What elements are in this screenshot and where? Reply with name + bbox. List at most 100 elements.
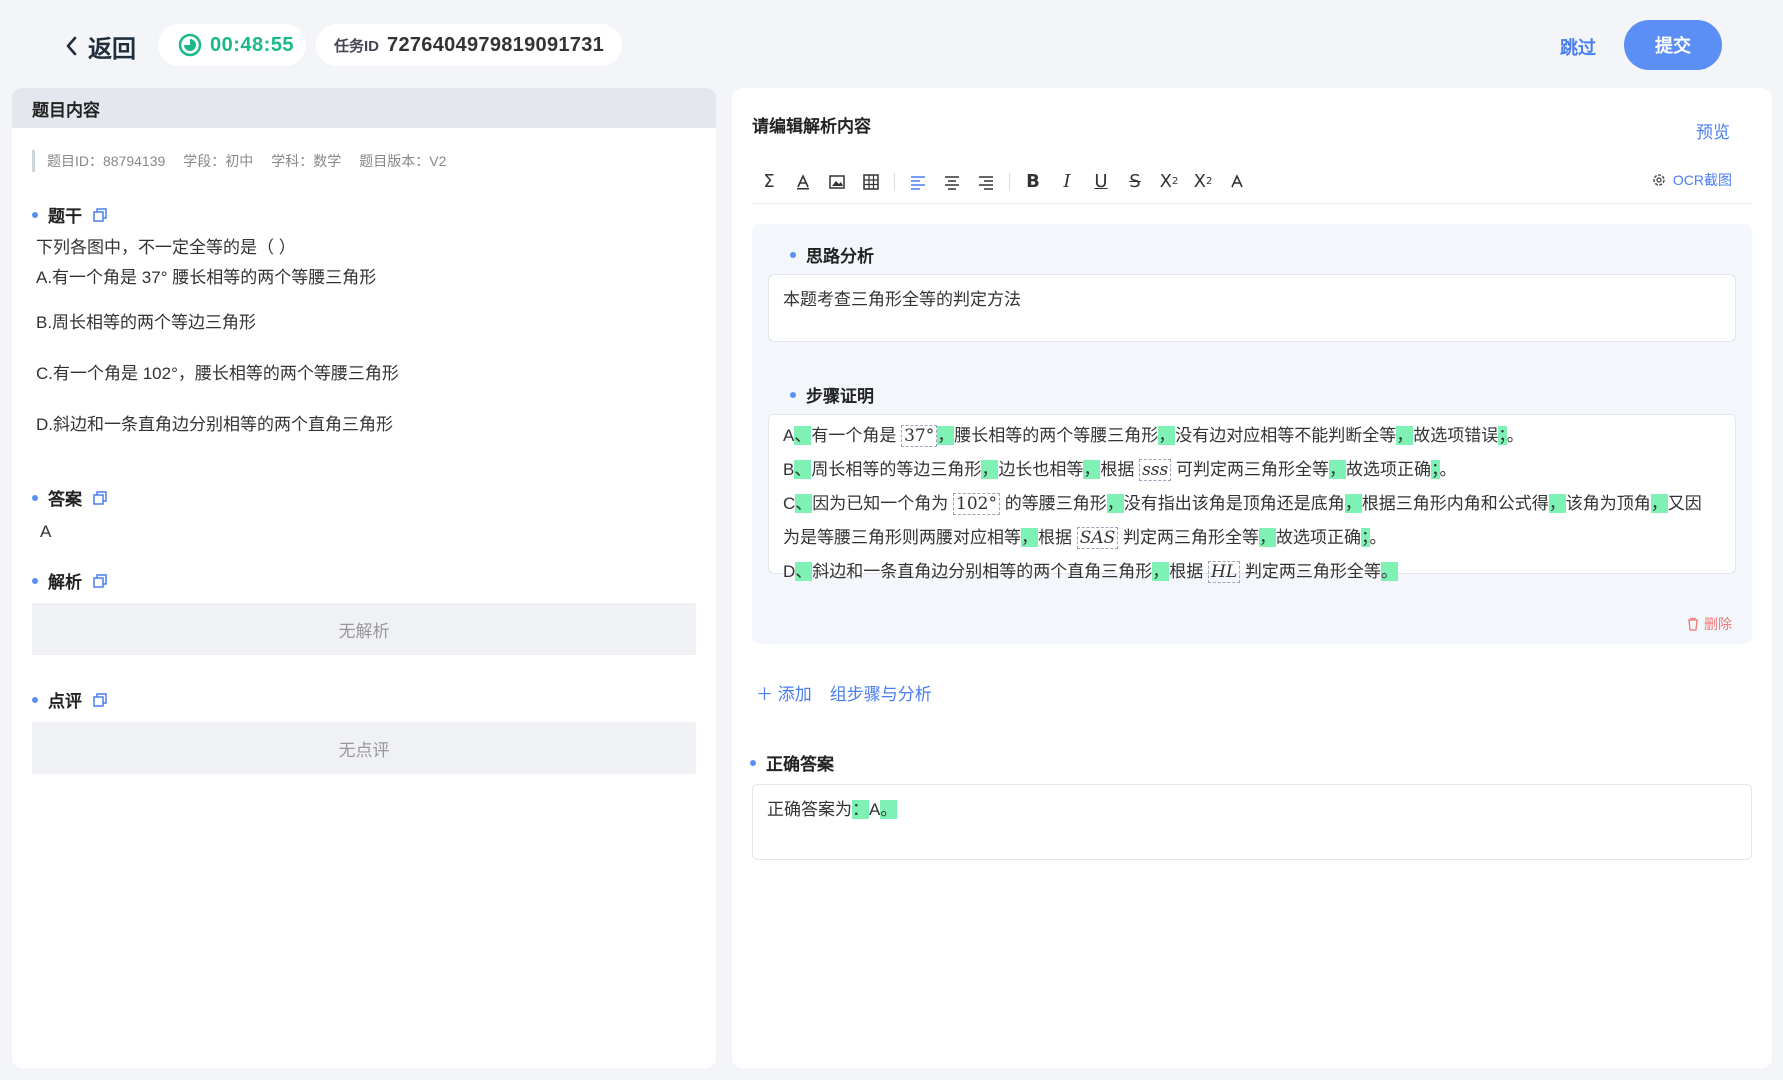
copy-icon[interactable] — [92, 490, 108, 506]
text-fragment: 腰长相等的两个等腰三角形 — [954, 426, 1159, 445]
ocr-button[interactable]: OCR截图 — [1651, 170, 1732, 190]
text-fragment: 正确答案为 — [767, 800, 852, 819]
delete-label: 删除 — [1704, 616, 1732, 632]
highlight-fragment: ， — [1344, 494, 1362, 513]
answer-title: 答案 — [48, 490, 82, 509]
highlight-fragment: 、 — [794, 426, 812, 445]
text-fragment: 。 — [1369, 528, 1387, 547]
add-button[interactable]: ＋ 添加 — [756, 680, 812, 705]
highlight-fragment: ， — [1650, 494, 1668, 513]
step-line-a: A、有一个角是 37° ，腰长相等的两个等腰三角形，没有边对应相等不能判断全等，故… — [783, 419, 1721, 453]
submit-button[interactable]: 提交 — [1624, 20, 1722, 70]
thinking-section-title: 思路分析 — [790, 242, 874, 267]
table-icon[interactable] — [854, 165, 888, 199]
text-fragment: 为是等腰三角形则两腰对应相等 — [783, 528, 1021, 547]
highlight-fragment: 。 — [880, 800, 898, 819]
question-version: 题目版本：V2 — [359, 153, 447, 169]
highlight-fragment: ， — [1548, 494, 1566, 513]
section-dot — [32, 211, 38, 218]
section-dot — [32, 577, 38, 584]
group-steps-button[interactable]: 组步骤与分析 — [830, 680, 932, 705]
highlight-fragment: 、 — [795, 494, 813, 513]
sigma-icon[interactable]: Σ — [752, 165, 786, 199]
copy-icon[interactable] — [92, 692, 108, 708]
highlight-fragment: 、 — [795, 562, 813, 581]
section-dot — [790, 251, 796, 258]
highlight-fragment: ， — [1106, 494, 1124, 513]
analysis-title: 解析 — [48, 573, 82, 592]
thinking-input[interactable]: 本题考查三角形全等的判定方法 — [768, 274, 1736, 342]
correct-answer-input[interactable]: 正确答案为：A。 — [752, 784, 1752, 860]
ocr-label: OCR截图 — [1672, 172, 1732, 188]
comment-empty: 无点评 — [32, 722, 696, 774]
highlight-fragment: ， — [1259, 528, 1277, 547]
text-fragment: 判定两三角形全等 — [1123, 528, 1260, 547]
align-right-icon[interactable] — [969, 165, 1003, 199]
skip-button[interactable]: 跳过 — [1560, 34, 1596, 60]
step-line-c-continued: 为是等腰三角形则两腰对应相等，根据 SAS 判定两三角形全等，故选项正确；。 — [783, 521, 1721, 555]
stem-question: 下列各图中，不一定全等的是（ ） — [36, 238, 296, 257]
question-meta: 题目ID：88794139 学段：初中 学科：数学 题目版本：V2 — [32, 150, 716, 172]
font-color-icon[interactable] — [1220, 165, 1254, 199]
text-fragment: 斜边和一条直角边分别相等的两个直角三角形 — [812, 562, 1153, 581]
text-fragment: 故选项错误 — [1413, 426, 1499, 445]
section-dot — [32, 494, 38, 501]
text-fragment: 判定两三角形全等 — [1244, 562, 1381, 581]
copy-icon[interactable] — [92, 207, 108, 223]
italic-icon[interactable]: I — [1050, 165, 1084, 199]
task-id-value: 7276404979819091731 — [387, 33, 605, 56]
highlight-fragment: ； — [1498, 426, 1507, 445]
correct-answer-section-title: 正确答案 — [750, 750, 834, 775]
editor-panel: 请编辑解析内容 预览 Σ B I U S X2 X2 OCR截图 思路分析 本题… — [732, 88, 1772, 1068]
highlight-fragment: 。 — [1380, 562, 1398, 581]
text-fragment: 。 — [1439, 460, 1457, 479]
underline-icon[interactable]: U — [1084, 165, 1118, 199]
toolbar-divider — [894, 172, 895, 191]
math-formula[interactable]: 37° — [901, 425, 938, 447]
highlight-fragment: ， — [1083, 460, 1101, 479]
stem-section-title: 题干 — [32, 202, 716, 227]
text-fragment: 周长相等的等边三角形 — [811, 460, 982, 479]
math-formula[interactable]: HL — [1208, 561, 1241, 583]
steps-title: 步骤证明 — [806, 387, 874, 406]
text-fragment: D — [783, 562, 796, 581]
text-fragment: A — [783, 426, 795, 445]
align-left-icon[interactable] — [901, 165, 935, 199]
toolbar-divider — [1009, 172, 1010, 191]
preview-link[interactable]: 预览 — [1696, 118, 1730, 143]
task-id-pill: 任务ID 7276404979819091731 — [316, 24, 622, 66]
back-label: 返回 — [88, 35, 136, 63]
question-stage: 学段：初中 — [183, 153, 254, 169]
text-fragment: 故选项正确 — [1276, 528, 1362, 547]
highlight-fragment: ， — [937, 426, 955, 445]
editor-title: 请编辑解析内容 — [752, 117, 871, 136]
text-fragment: 根据 — [1169, 562, 1204, 581]
thinking-text: 本题考查三角形全等的判定方法 — [783, 290, 1021, 309]
delete-button[interactable]: 删除 — [1686, 614, 1732, 634]
subscript-icon[interactable]: X2 — [1186, 165, 1220, 199]
highlight-icon[interactable] — [786, 165, 820, 199]
bold-icon[interactable]: B — [1016, 165, 1050, 199]
text-fragment: 边长也相等 — [998, 460, 1084, 479]
copy-icon[interactable] — [92, 573, 108, 589]
timer-text: 00:48:55 — [210, 33, 295, 56]
highlight-fragment: ， — [981, 460, 999, 479]
steps-input[interactable]: A、有一个角是 37° ，腰长相等的两个等腰三角形，没有边对应相等不能判断全等，故… — [768, 414, 1736, 583]
superscript-icon[interactable]: X2 — [1152, 165, 1186, 199]
back-button[interactable]: 返回 — [62, 28, 136, 64]
strikethrough-icon[interactable]: S — [1118, 165, 1152, 199]
math-formula[interactable]: 102° — [953, 493, 1000, 515]
question-id: 题目ID：88794139 — [47, 153, 166, 169]
analysis-section-title: 解析 — [32, 568, 716, 593]
section-dot — [32, 696, 38, 703]
math-formula[interactable]: SAS — [1076, 527, 1119, 549]
add-label: 添加 — [777, 685, 812, 704]
stem-title: 题干 — [48, 207, 82, 226]
math-formula[interactable]: sss — [1139, 459, 1172, 481]
task-id-label: 任务ID — [334, 37, 380, 55]
comment-section-title: 点评 — [32, 687, 716, 712]
editor-toolbar: Σ B I U S X2 X2 OCR截图 — [752, 160, 1752, 204]
align-center-icon[interactable] — [935, 165, 969, 199]
image-icon[interactable] — [820, 165, 854, 199]
text-fragment: 没有指出该角是顶角还是底角 — [1123, 494, 1345, 513]
